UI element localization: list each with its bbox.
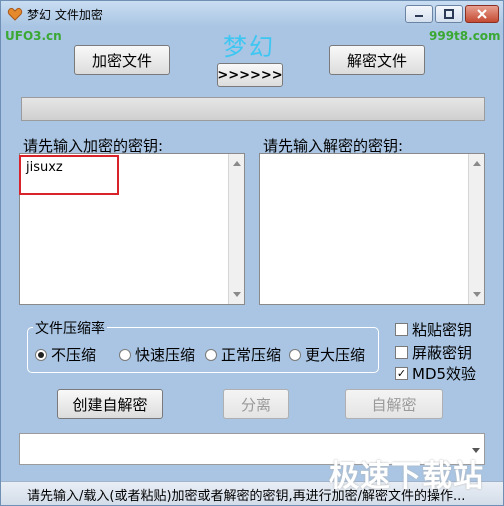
checkbox-label: 粘贴密钥 [412, 321, 473, 339]
app-logo-text: 梦幻 [223, 33, 275, 61]
minimize-icon [415, 15, 423, 17]
app-window: 梦幻 文件加密 UFO3.cn 999t8.com 梦幻 加密文件 解密文件 >… [0, 0, 504, 506]
radio-label: 正常压缩 [221, 346, 282, 364]
radio-label: 更大压缩 [305, 346, 366, 364]
paste-key-checkbox[interactable]: 粘贴密钥 [395, 319, 472, 340]
self-decrypt-button[interactable]: 自解密 [345, 389, 443, 419]
checkmark-icon: ✓ [395, 367, 408, 380]
checkbox-unchecked-icon [395, 346, 408, 359]
radio-unselected-icon [119, 348, 131, 361]
close-button[interactable] [465, 5, 499, 23]
split-button[interactable]: 分离 [223, 389, 289, 419]
radio-label: 不压缩 [51, 346, 97, 364]
create-self-decrypt-button[interactable]: 创建自解密 [57, 389, 163, 419]
minimize-button[interactable] [405, 5, 433, 23]
encrypt-file-button[interactable]: 加密文件 [74, 45, 170, 75]
radio-label: 快速压缩 [135, 346, 196, 364]
checkbox-label: MD5效验 [412, 365, 477, 383]
watermark-text: 极速下载站 [329, 459, 484, 494]
brand-left-text: UFO3.cn [5, 29, 62, 43]
window-title: 梦幻 文件加密 [27, 8, 103, 22]
radio-max-compression[interactable]: 更大压缩 [289, 344, 365, 365]
decrypt-key-textarea[interactable] [259, 153, 485, 305]
checkbox-unchecked-icon [395, 323, 408, 336]
direction-arrows-button[interactable]: >>>>>> [217, 63, 283, 87]
decrypt-file-button[interactable]: 解密文件 [329, 45, 425, 75]
checkbox-label: 屏蔽密钥 [412, 344, 473, 362]
scroll-down-icon[interactable] [473, 292, 481, 297]
maximize-button[interactable] [435, 5, 463, 23]
encrypt-key-scrollbar[interactable] [228, 154, 244, 304]
red-highlight-annotation [19, 155, 119, 195]
scroll-up-icon[interactable] [233, 161, 241, 166]
brand-right-text: 999t8.com [429, 29, 501, 43]
compression-group-title: 文件压缩率 [33, 318, 107, 338]
scroll-up-icon[interactable] [473, 161, 481, 166]
radio-normal-compression[interactable]: 正常压缩 [205, 344, 281, 365]
scroll-down-icon[interactable] [233, 292, 241, 297]
maximize-icon [444, 9, 454, 19]
decrypt-key-scrollbar[interactable] [468, 154, 484, 304]
radio-no-compression[interactable]: 不压缩 [35, 344, 96, 365]
title-bar[interactable]: 梦幻 文件加密 [1, 1, 503, 27]
radio-unselected-icon [205, 348, 217, 361]
close-icon [477, 9, 487, 19]
md5-verify-checkbox[interactable]: ✓ MD5效验 [395, 363, 476, 384]
hide-key-checkbox[interactable]: 屏蔽密钥 [395, 342, 472, 363]
progress-bar [21, 97, 485, 121]
radio-selected-icon [35, 348, 47, 361]
app-heart-icon [7, 6, 23, 22]
radio-unselected-icon [289, 348, 301, 361]
radio-fast-compression[interactable]: 快速压缩 [119, 344, 195, 365]
